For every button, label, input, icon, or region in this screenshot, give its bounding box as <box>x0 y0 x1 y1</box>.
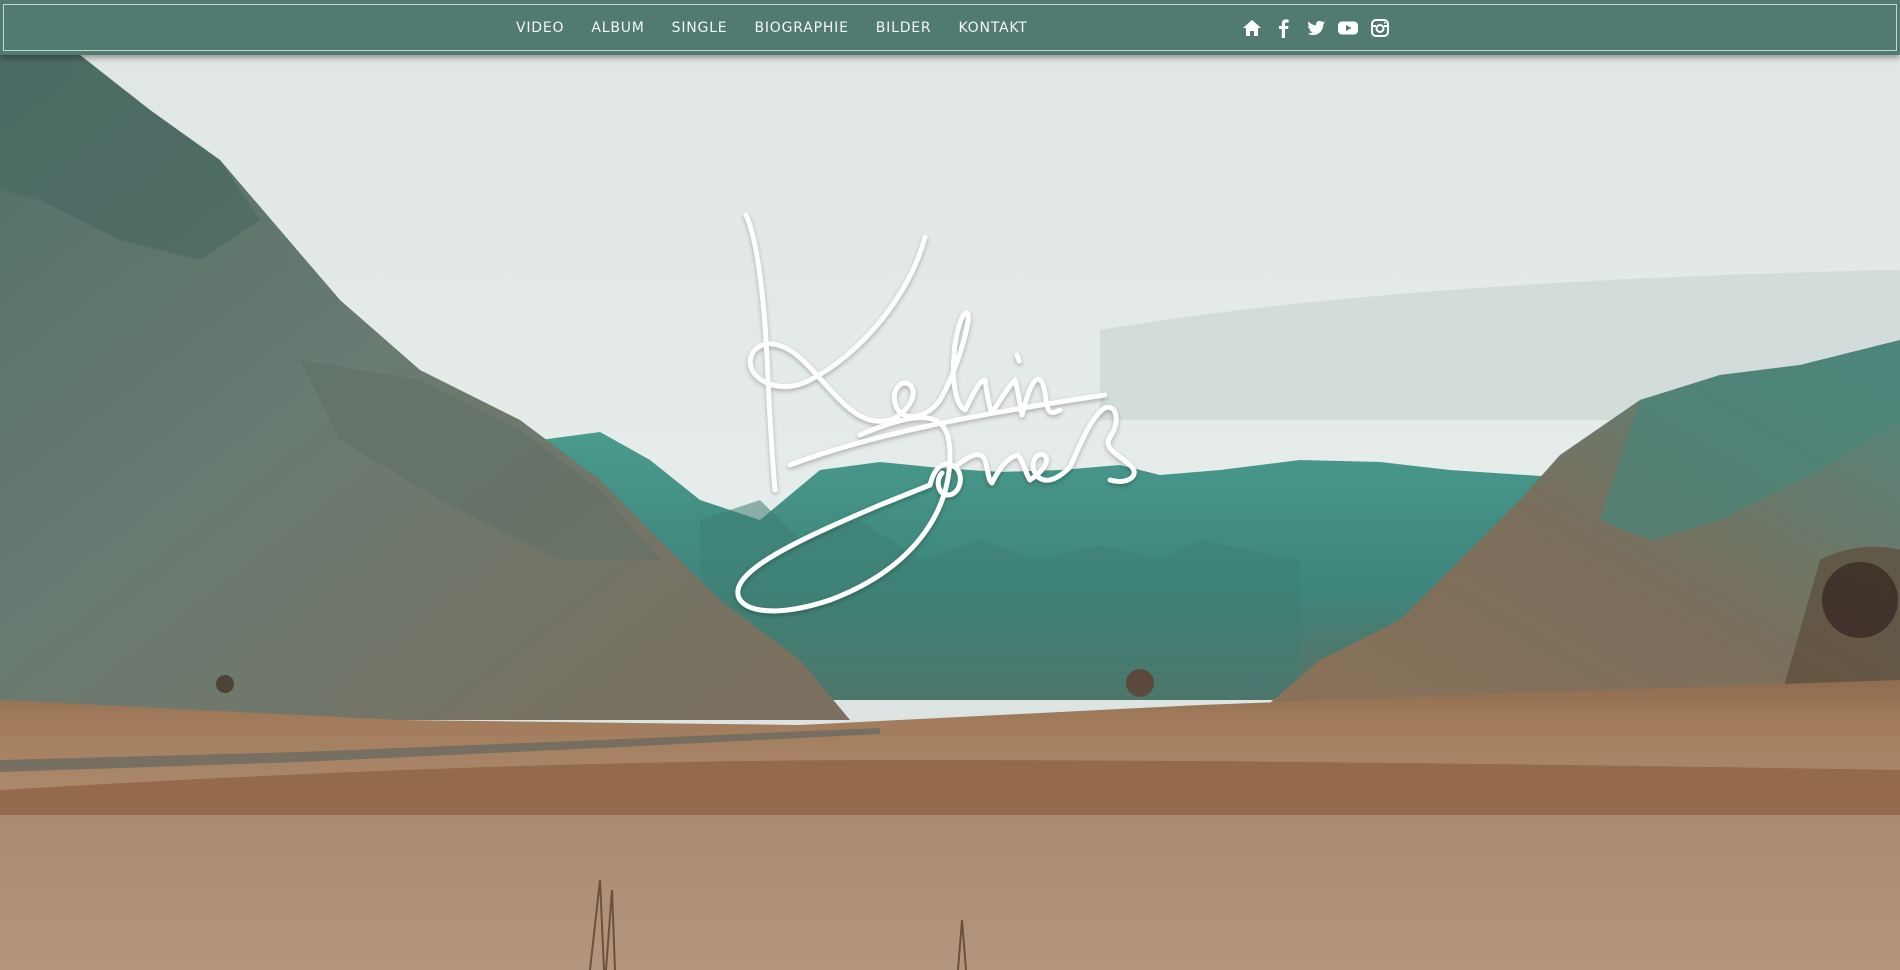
nav-link-single[interactable]: SINGLE <box>672 20 728 36</box>
page: VIDEO ALBUM SINGLE BIOGRAPHIE BILDER KON… <box>0 0 1900 970</box>
youtube-icon[interactable] <box>1337 17 1359 39</box>
top-navigation-bar: VIDEO ALBUM SINGLE BIOGRAPHIE BILDER KON… <box>0 0 1900 55</box>
nav-links: VIDEO ALBUM SINGLE BIOGRAPHIE BILDER KON… <box>516 0 1055 55</box>
nav-link-album[interactable]: ALBUM <box>591 20 644 36</box>
nav-link-kontakt[interactable]: KONTAKT <box>958 20 1027 36</box>
nav-link-biographie[interactable]: BIOGRAPHIE <box>754 20 848 36</box>
instagram-icon[interactable] <box>1369 17 1391 39</box>
home-icon[interactable] <box>1241 17 1263 39</box>
twitter-icon[interactable] <box>1305 17 1327 39</box>
nav-link-video[interactable]: VIDEO <box>516 20 564 36</box>
social-icons <box>1241 0 1401 55</box>
kelvin-jones-signature-logo <box>735 212 1137 614</box>
facebook-icon[interactable] <box>1273 17 1295 39</box>
nav-link-bilder[interactable]: BILDER <box>876 20 932 36</box>
